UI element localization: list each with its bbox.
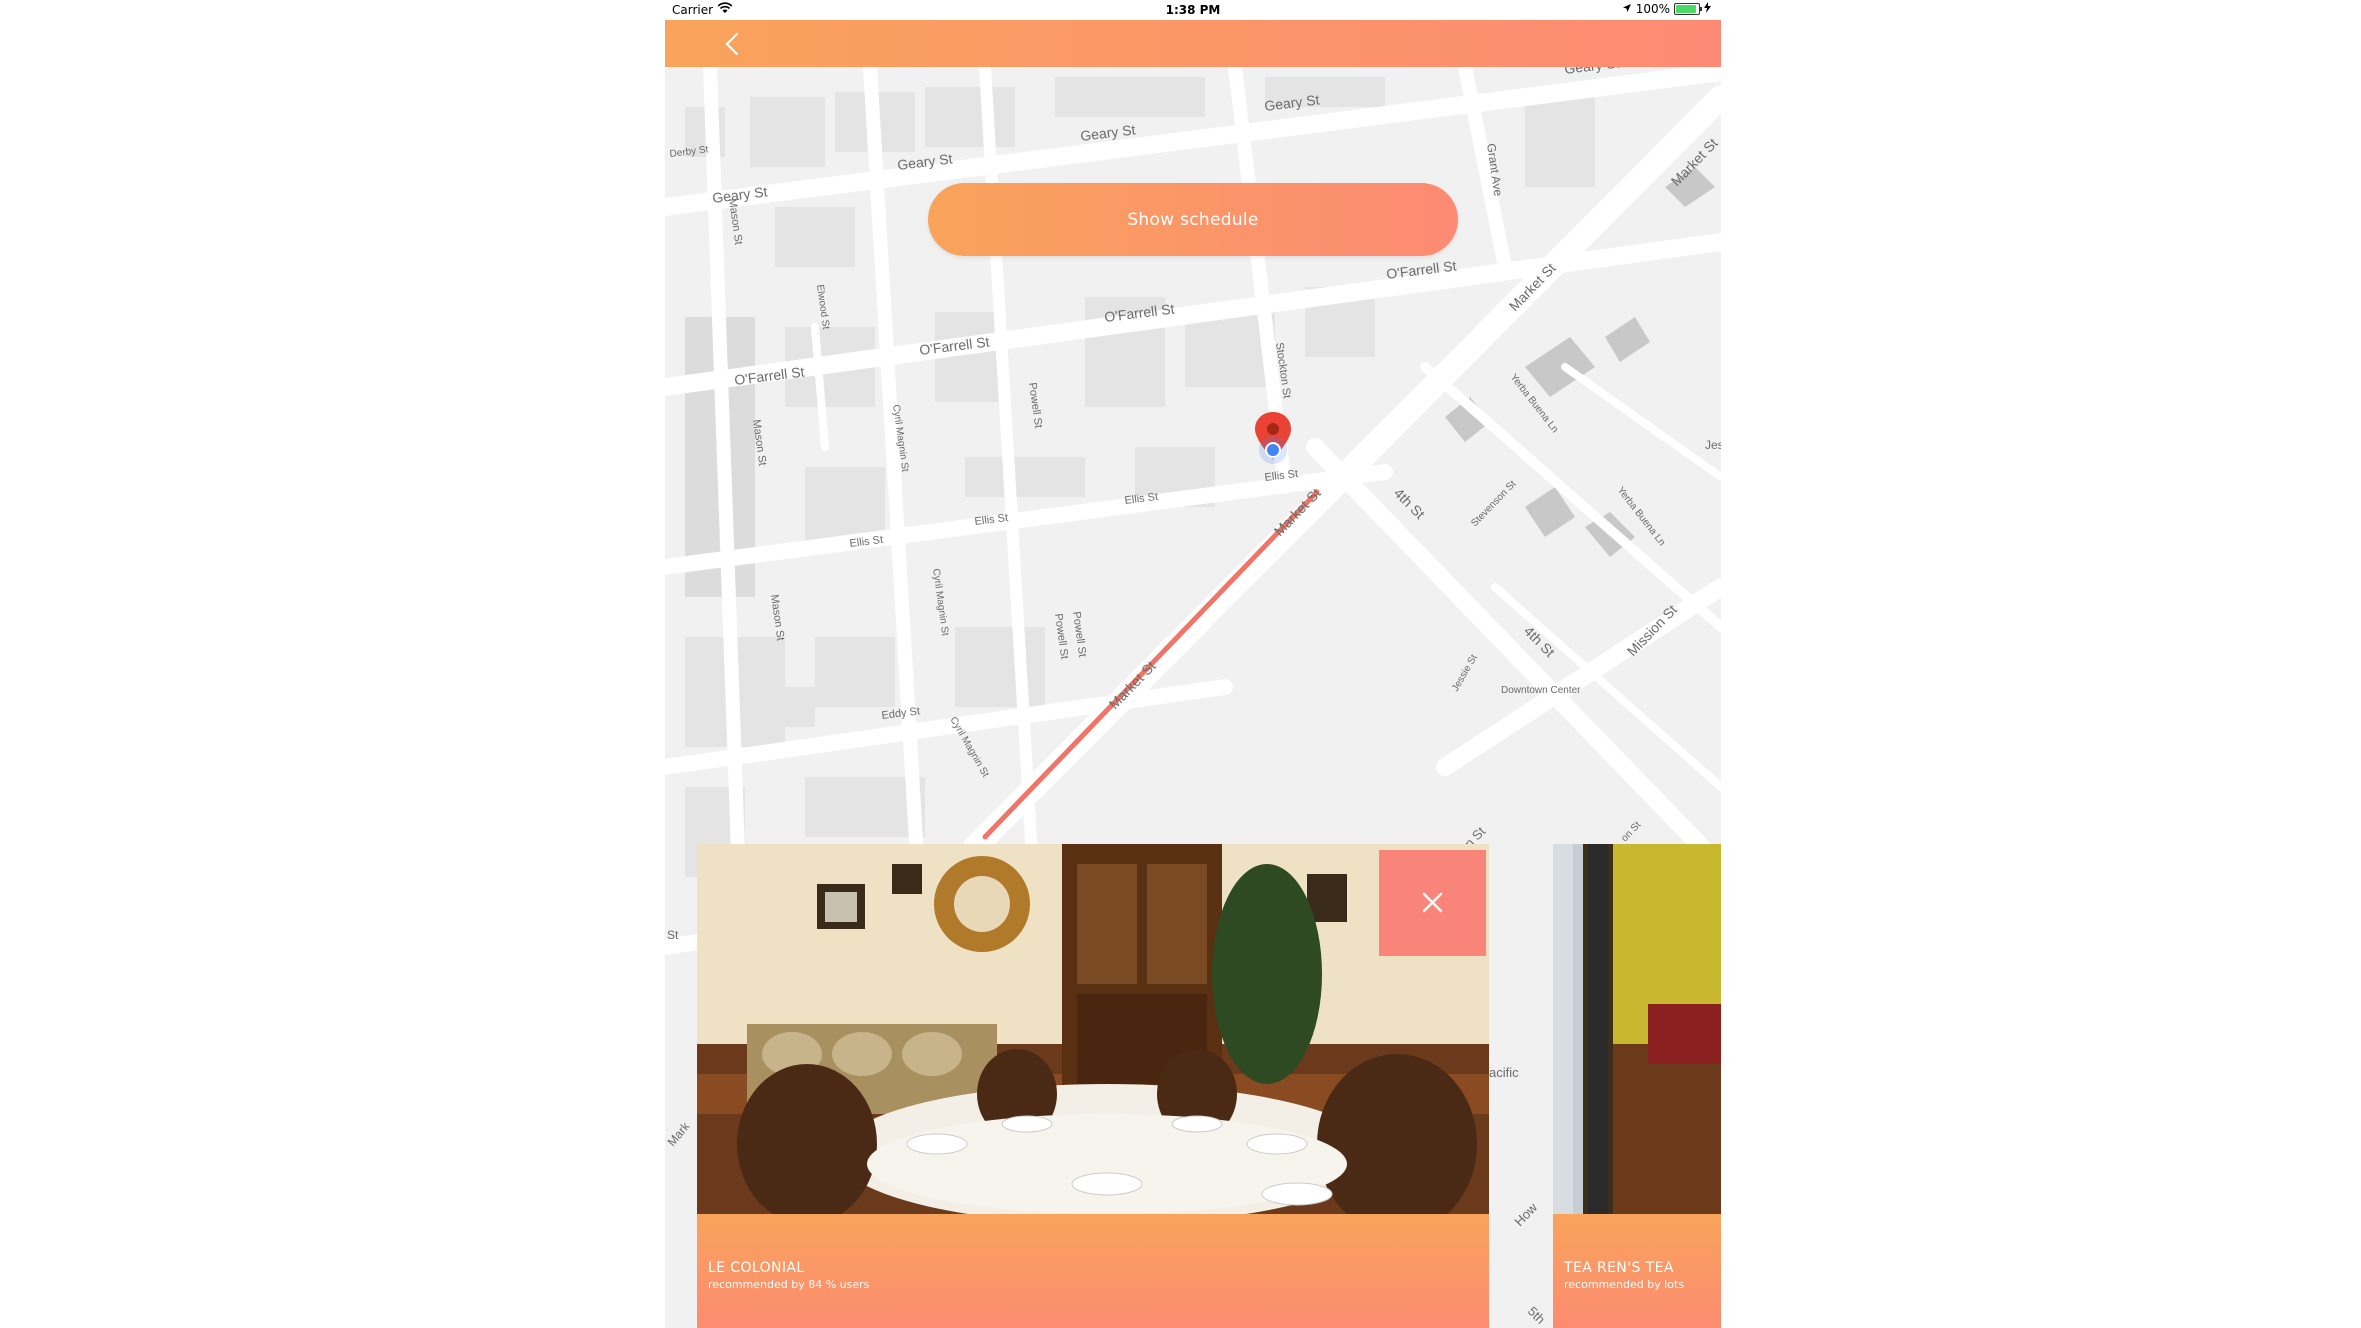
card-info: LE COLONIAL recommended by 84 % users [697,1214,1489,1328]
restaurant-name: LE COLONIAL [708,1260,805,1276]
map-street-label: Downtown Center [1501,685,1581,696]
close-icon [1422,892,1443,913]
restaurant-photo [697,844,1489,1214]
status-bar: Carrier 1:38 PM 100% [665,0,1721,20]
restaurant-card[interactable]: TEA REN'S TEA recommended by lots [1553,844,1721,1328]
current-location-icon [1259,436,1287,464]
card-info: TEA REN'S TEA recommended by lots [1553,1214,1721,1328]
map-street-label: St [667,928,679,942]
back-button[interactable] [715,26,751,62]
show-schedule-button[interactable]: Show schedule [928,183,1458,256]
close-card-button[interactable] [1379,850,1486,956]
status-right: 100% [1622,2,1711,16]
battery-percent: 100% [1635,2,1670,16]
battery-icon [1674,3,1702,15]
restaurant-name: TEA REN'S TEA [1564,1260,1674,1276]
app-screen: Carrier 1:38 PM 100% Geary St Geary St G… [665,0,1721,1328]
restaurant-card[interactable]: LE COLONIAL recommended by 84 % users [697,844,1489,1328]
location-arrow-icon [1622,2,1632,16]
recommendation-text: recommended by lots [1564,1278,1685,1291]
restaurant-photo [1553,844,1721,1214]
chevron-left-icon [725,32,739,56]
clock: 1:38 PM [1165,3,1221,17]
map-street-label: acific [1489,1065,1519,1080]
map-street-label: Jes [1705,438,1721,452]
nav-bar [665,20,1721,67]
recommendation-text: recommended by 84 % users [708,1278,870,1291]
charging-icon [1704,2,1711,16]
